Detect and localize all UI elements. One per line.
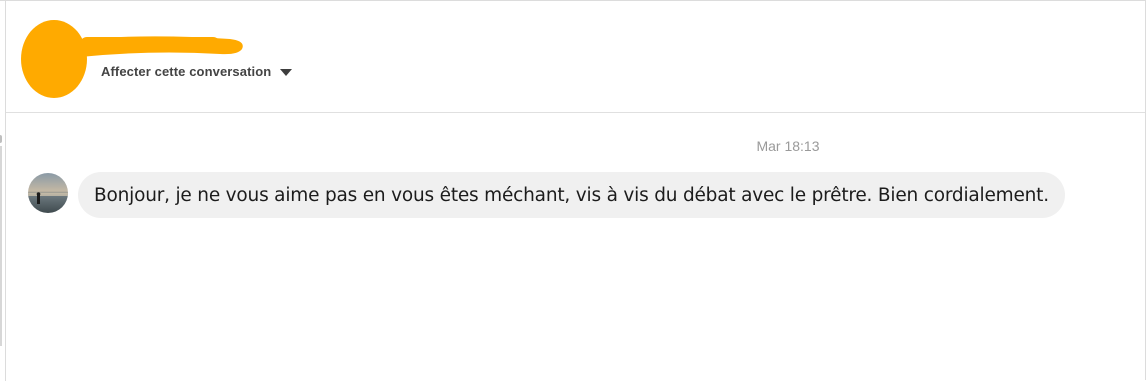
- conversation-panel: Affecter cette conversation Mar 18:13 Bo…: [0, 0, 1146, 381]
- avatar[interactable]: [28, 173, 68, 213]
- message-timestamp: Mar 18:13: [756, 138, 820, 154]
- avatar-photo: [28, 173, 68, 213]
- assign-conversation-dropdown[interactable]: Affecter cette conversation: [101, 64, 293, 79]
- assign-conversation-label: Affecter cette conversation: [101, 64, 272, 79]
- conversation-header: Affecter cette conversation: [6, 2, 1145, 113]
- scrollbar[interactable]: [0, 146, 2, 346]
- message-bubble[interactable]: Bonjour, je ne vous aime pas en vous ête…: [78, 172, 1065, 218]
- caret-down-icon: [280, 69, 293, 76]
- resize-handle[interactable]: [0, 135, 2, 143]
- message-text: Bonjour, je ne vous aime pas en vous ête…: [94, 184, 1049, 206]
- redacted-contact-name: [21, 20, 243, 98]
